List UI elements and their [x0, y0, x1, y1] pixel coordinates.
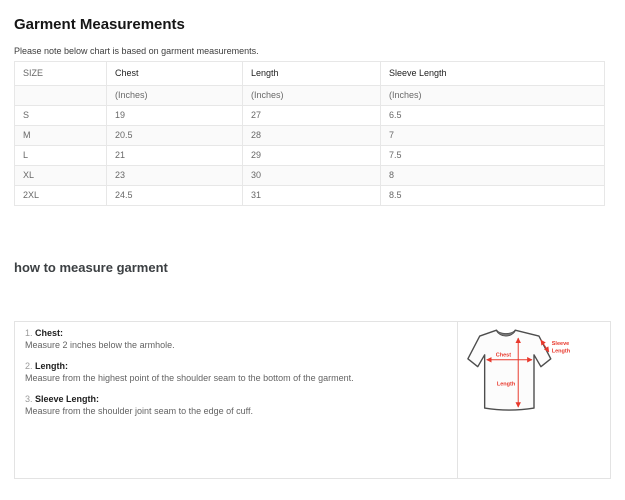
chest-cell: 20.5	[107, 126, 243, 146]
instruction-term: Sleeve Length:	[35, 394, 99, 404]
length-arrow-label: Length	[497, 381, 516, 387]
table-header-row: SIZE Chest Length Sleeve Length	[15, 62, 605, 86]
size-cell: 2XL	[15, 186, 107, 206]
column-header-chest: Chest	[107, 62, 243, 86]
size-cell: S	[15, 106, 107, 126]
table-row: M 20.5 28 7	[15, 126, 605, 146]
instruction-text: Measure 2 inches below the armhole.	[25, 339, 447, 351]
table-row: S 19 27 6.5	[15, 106, 605, 126]
units-cell: (Inches)	[243, 86, 381, 106]
section-heading: how to measure garment	[14, 260, 611, 275]
length-cell: 29	[243, 146, 381, 166]
tshirt-outline	[468, 330, 551, 410]
sleeve-cell: 7.5	[381, 146, 605, 166]
table-units-row: (Inches) (Inches) (Inches)	[15, 86, 605, 106]
size-cell: XL	[15, 166, 107, 186]
instruction-text: Measure from the shoulder joint seam to …	[25, 405, 447, 417]
chest-cell: 19	[107, 106, 243, 126]
sleeve-length-arrow-label-line1: Sleeve	[552, 341, 569, 347]
length-cell: 27	[243, 106, 381, 126]
instructions-list: 1. Chest: Measure 2 inches below the arm…	[15, 322, 457, 478]
chest-cell: 23	[107, 166, 243, 186]
column-header-sleeve-length: Sleeve Length	[381, 62, 605, 86]
page: Garment Measurements Please note below c…	[0, 0, 625, 479]
units-cell: (Inches)	[381, 86, 605, 106]
column-header-length: Length	[243, 62, 381, 86]
tshirt-measurement-diagram: Chest Length Sleeve Length	[460, 324, 608, 435]
diagram-cell: Chest Length Sleeve Length	[457, 322, 610, 478]
instruction-label: 3. Sleeve Length:	[25, 393, 447, 405]
chest-arrow-label: Chest	[496, 352, 511, 358]
instruction-term: Length:	[35, 361, 68, 371]
instruction-number: 2.	[25, 361, 33, 371]
units-cell-empty	[15, 86, 107, 106]
size-cell: L	[15, 146, 107, 166]
instruction-term: Chest:	[35, 328, 63, 338]
chest-cell: 21	[107, 146, 243, 166]
length-cell: 30	[243, 166, 381, 186]
sleeve-length-arrow-label-line2: Length	[552, 348, 571, 354]
sleeve-cell: 8.5	[381, 186, 605, 206]
column-header-size: SIZE	[15, 62, 107, 86]
table-row: XL 23 30 8	[15, 166, 605, 186]
instruction-number: 3.	[25, 394, 33, 404]
sleeve-cell: 7	[381, 126, 605, 146]
instruction-number: 1.	[25, 328, 33, 338]
length-cell: 28	[243, 126, 381, 146]
instruction-label: 1. Chest:	[25, 327, 447, 339]
size-chart-table: SIZE Chest Length Sleeve Length (Inches)…	[14, 61, 605, 206]
units-cell: (Inches)	[107, 86, 243, 106]
instruction-label: 2. Length:	[25, 360, 447, 372]
sleeve-cell: 8	[381, 166, 605, 186]
length-cell: 31	[243, 186, 381, 206]
chest-cell: 24.5	[107, 186, 243, 206]
size-cell: M	[15, 126, 107, 146]
sleeve-cell: 6.5	[381, 106, 605, 126]
measurements-note: Please note below chart is based on garm…	[14, 46, 611, 57]
how-to-measure-panel: 1. Chest: Measure 2 inches below the arm…	[14, 321, 611, 479]
table-row: 2XL 24.5 31 8.5	[15, 186, 605, 206]
table-row: L 21 29 7.5	[15, 146, 605, 166]
instruction-text: Measure from the highest point of the sh…	[25, 372, 447, 384]
page-title: Garment Measurements	[14, 16, 611, 33]
